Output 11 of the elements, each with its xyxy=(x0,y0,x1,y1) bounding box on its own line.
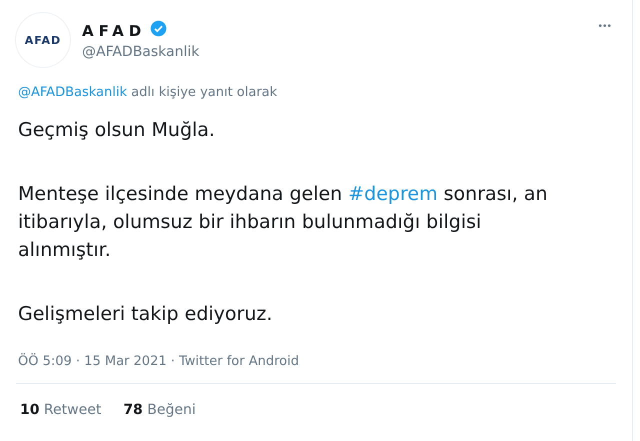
tweet-text: Menteşe ilçesinde meydana gelen #deprem sonrası, an itibarıyla, olumsuz bir ihbarın bulunmadığı bilgisi alınmıştır. xyxy=(18,182,549,263)
avatar-logo[interactable]: AFAD xyxy=(16,13,70,67)
stat-link[interactable]: 10 Retweet xyxy=(20,402,102,418)
reply-context: @AFADBaskanlik adlı kişiye yanıt olarak xyxy=(17,84,278,100)
tweet-text: Geçmiş olsun Muğla. xyxy=(18,118,216,143)
more-button[interactable]: ••• xyxy=(594,19,616,34)
tweet-text: Gelişmeleri takip ediyoruz. xyxy=(18,302,274,327)
tweet-timestamp: ÖÖ 5:09 · 15 Mar 2021 · Twitter for Android xyxy=(17,354,300,369)
stat-link[interactable]: 78 Beğeni xyxy=(123,402,196,418)
display-name[interactable]: AFAD xyxy=(82,22,146,40)
user-handle[interactable]: @AFADBaskanlik xyxy=(82,44,582,60)
